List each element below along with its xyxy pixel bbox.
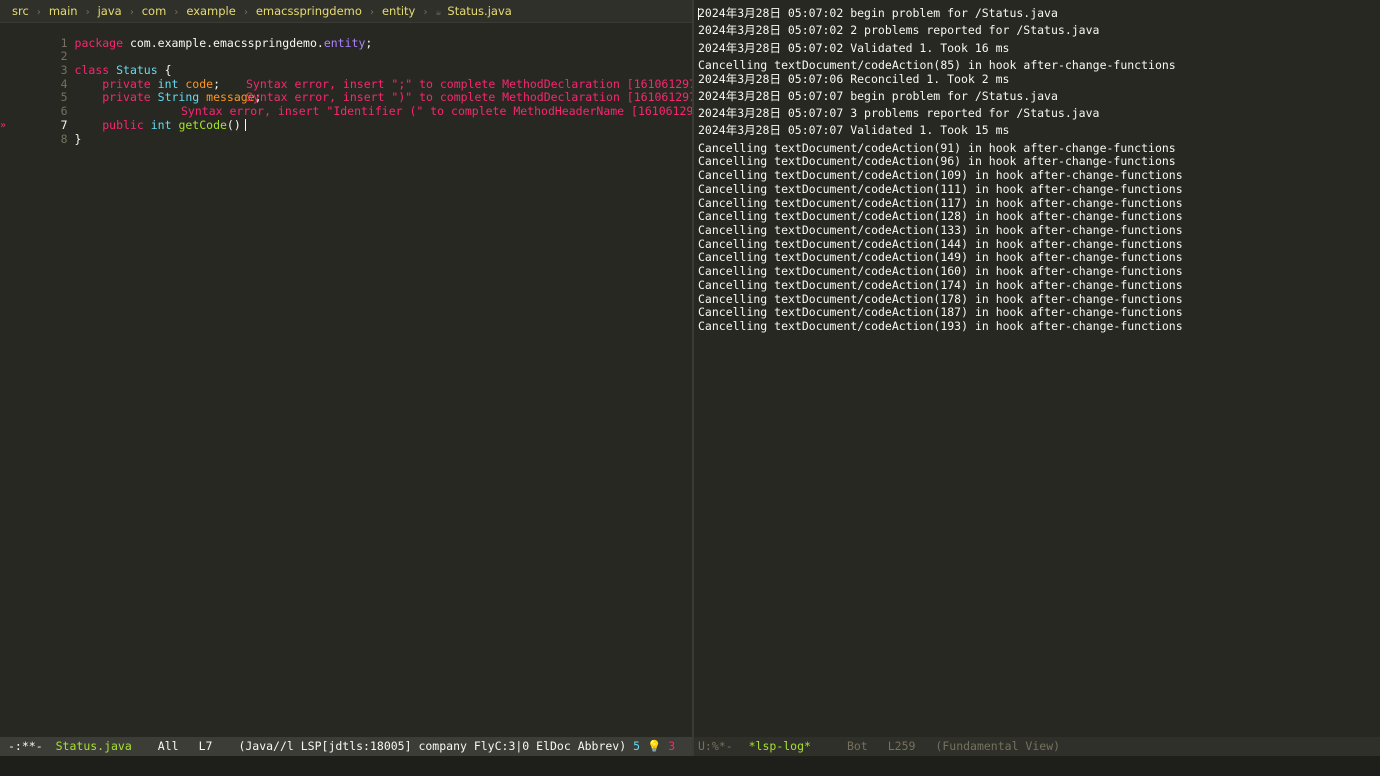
breadcrumb-entity[interactable]: entity: [382, 4, 415, 18]
log-text: Cancelling textDocument/codeAction(96) i…: [698, 154, 1176, 169]
code-line[interactable]: 1 package com.example.emacsspringdemo.ent…: [0, 23, 692, 50]
chevron-right-icon: ›: [84, 7, 91, 18]
log-line: Cancelling textDocument/codeAction(109) …: [698, 168, 1380, 183]
modeline-buffer-name[interactable]: Status.java: [56, 739, 132, 753]
log-text: Cancelling textDocument/codeAction(109) …: [698, 168, 1183, 183]
modeline-line: L7: [198, 739, 213, 753]
log-text: 2024年3月28日 05:07:02 begin problem for /S…: [698, 6, 1058, 20]
log-text: Cancelling textDocument/codeAction(117) …: [698, 195, 1183, 210]
breadcrumb-emacsspringdemo[interactable]: emacsspringdemo: [256, 4, 362, 18]
log-line: Cancelling textDocument/codeAction(174) …: [698, 277, 1380, 293]
log-line: Cancelling textDocument/codeAction(160) …: [698, 264, 1380, 279]
log-line: Cancelling textDocument/codeAction(178) …: [698, 291, 1380, 307]
log-text: Cancelling textDocument/codeAction(128) …: [698, 209, 1183, 224]
log-text: Cancelling textDocument/codeAction(133) …: [698, 223, 1183, 237]
log-line: Cancelling textDocument/codeAction(193) …: [698, 318, 1380, 334]
log-line: 2024年3月28日 05:07:07 Validated 1. Took 15…: [698, 124, 1380, 138]
code-line[interactable]: 3 class Status {: [0, 50, 692, 77]
breadcrumb-file[interactable]: Status.java: [447, 4, 511, 18]
log-text: Cancelling textDocument/codeAction(149) …: [698, 250, 1183, 265]
modeline-modes[interactable]: (Java//l LSP[jdtls:18005] company FlyC:3…: [238, 739, 626, 753]
log-line: Cancelling textDocument/codeAction(96) i…: [698, 155, 1380, 169]
modeline-count: 5: [633, 739, 641, 753]
log-text: 2024年3月28日 05:07:07 Validated 1. Took 15…: [698, 123, 1010, 138]
code-line[interactable]: 2: [0, 37, 692, 63]
log-line: Cancelling textDocument/codeAction(128) …: [698, 209, 1380, 224]
log-text: Cancelling textDocument/codeAction(178) …: [698, 291, 1183, 306]
log-line: Cancelling textDocument/codeAction(133) …: [698, 223, 1380, 238]
log-text: Cancelling textDocument/codeAction(174) …: [698, 277, 1183, 292]
log-line: Cancelling textDocument/codeAction(111) …: [698, 181, 1380, 197]
log-line: 2024年3月28日 05:07:02 2 problems reported …: [698, 23, 1380, 38]
chevron-right-icon: ›: [35, 7, 42, 18]
log-text: Cancelling textDocument/codeAction(187) …: [698, 305, 1183, 320]
log-text: Cancelling textDocument/codeAction(160) …: [698, 264, 1183, 279]
brace: }: [74, 131, 82, 146]
editor-window[interactable]: src › main › java › com › example › emacsspringdem…: [0, 0, 692, 735]
breadcrumb-com[interactable]: com: [142, 4, 167, 18]
chevron-right-icon: ›: [368, 7, 375, 18]
log-text: Cancelling textDocument/codeAction(91) i…: [698, 140, 1176, 155]
log-text: Cancelling textDocument/codeAction(85) i…: [698, 57, 1176, 72]
log-text: Cancelling textDocument/codeAction(144) …: [698, 236, 1183, 251]
log-text: 2024年3月28日 05:07:02 2 problems reported …: [698, 23, 1100, 38]
minibuffer[interactable]: [0, 756, 1380, 776]
log-line: Cancelling textDocument/codeAction(85) i…: [698, 57, 1380, 73]
breadcrumb-java[interactable]: java: [98, 4, 122, 18]
code-line[interactable]: 6 Syntax error, insert "Identifier (" to …: [0, 91, 692, 117]
log-line: 2024年3月28日 05:07:07 begin problem for /S…: [698, 88, 1380, 104]
log-line: Cancelling textDocument/codeAction(187) …: [698, 305, 1380, 320]
modeline-editor: -:**- Status.java All L7 (Java//l LSP[jdtls:…: [0, 737, 692, 756]
log-line: Cancelling textDocument/codeAction(91) i…: [698, 140, 1380, 156]
lsp-log[interactable]: 2024年3月28日 05:07:02 begin problem for /S…: [694, 0, 1380, 334]
modeline-line: L259: [887, 739, 916, 753]
log-line: Cancelling textDocument/codeAction(117) …: [698, 195, 1380, 211]
code-line[interactable]: 4 private int code; Syntax error, insert …: [0, 64, 692, 91]
modeline-buffer-name[interactable]: *lsp-log*: [749, 739, 811, 753]
chevron-right-icon: ›: [128, 7, 135, 18]
code-area[interactable]: 1 package com.example.emacsspringdemo.ent…: [0, 23, 692, 146]
modeline-modes[interactable]: (Fundamental View): [935, 739, 1060, 753]
breadcrumb-example[interactable]: example: [186, 4, 236, 18]
breadcrumb-src[interactable]: src: [12, 4, 29, 18]
log-window[interactable]: 2024年3月28日 05:07:02 begin problem for /S…: [694, 0, 1380, 735]
log-line: 2024年3月28日 05:07:02 begin problem for /S…: [698, 6, 1380, 21]
log-line: 2024年3月28日 05:07:02 Validated 1. Took 16…: [698, 40, 1380, 56]
code-line-current[interactable]: » 7 public int getCode(): [0, 105, 692, 132]
chevron-right-icon: ›: [173, 7, 180, 18]
modeline-error-count: 3: [668, 739, 676, 753]
java-file-icon: ☕: [435, 7, 442, 18]
log-text: 2024年3月28日 05:07:06 Reconciled 1. Took 2…: [698, 71, 1010, 86]
code-line[interactable]: 5 private String message; Syntax error, i…: [0, 78, 692, 105]
breadcrumb: src › main › java › com › example › emacsspringdem…: [0, 0, 692, 23]
log-line: Cancelling textDocument/codeAction(144) …: [698, 236, 1380, 252]
modeline-position: All: [157, 739, 179, 753]
log-line: 2024年3月28日 05:07:07 3 problems reported …: [698, 106, 1380, 121]
modeline-log: U:%*- *lsp-log* Bot L259 (Fundamental View): [694, 737, 1380, 756]
log-text: Cancelling textDocument/codeAction(111) …: [698, 181, 1183, 196]
log-text: 2024年3月28日 05:07:07 3 problems reported …: [698, 106, 1100, 121]
code-line[interactable]: 8}: [0, 119, 692, 146]
chevron-right-icon: ›: [242, 7, 249, 18]
modeline-state: U:%*-: [698, 739, 733, 753]
breadcrumb-main[interactable]: main: [49, 4, 78, 18]
log-line: 2024年3月28日 05:07:06 Reconciled 1. Took 2…: [698, 71, 1380, 87]
modeline-position: Bot: [846, 739, 868, 753]
log-text: 2024年3月28日 05:07:07 begin problem for /S…: [698, 88, 1058, 103]
line-number: 8: [60, 131, 68, 146]
lightbulb-icon[interactable]: 💡: [647, 739, 661, 753]
log-text: 2024年3月28日 05:07:02 Validated 1. Took 16…: [698, 40, 1010, 55]
modeline-state: -:**-: [8, 739, 43, 753]
chevron-right-icon: ›: [422, 7, 429, 18]
log-text: Cancelling textDocument/codeAction(193) …: [698, 318, 1183, 333]
log-line: Cancelling textDocument/codeAction(149) …: [698, 251, 1380, 265]
